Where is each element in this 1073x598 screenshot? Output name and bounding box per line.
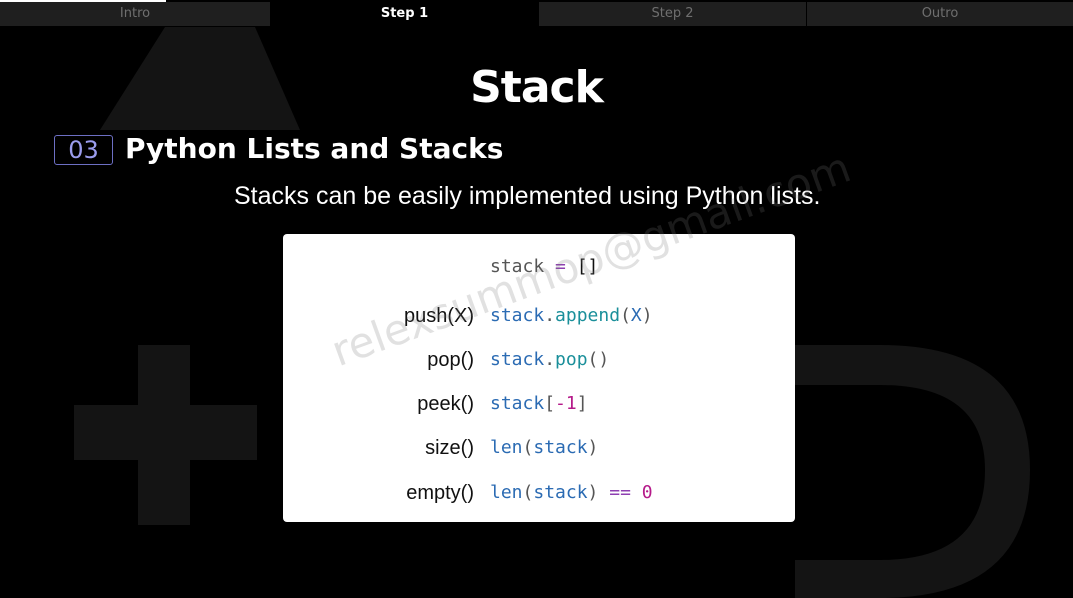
init-var: stack — [490, 256, 545, 277]
python-code: stack.append(X) — [490, 301, 653, 331]
code-token: len — [490, 482, 523, 503]
stack-operation-row: pop() stack.pop() — [283, 345, 795, 375]
code-token: . — [544, 349, 556, 370]
code-token: ( — [522, 482, 534, 503]
code-token: stack — [533, 437, 588, 458]
code-token: ) — [641, 305, 653, 326]
stack-operation-row: empty() len(stack) == 0 — [283, 478, 795, 508]
python-code: len(stack) — [490, 433, 598, 463]
code-token: stack — [490, 305, 545, 326]
tab-outro[interactable]: Outro — [807, 2, 1073, 26]
stack-operation-row: push(X) stack.append(X) — [283, 301, 795, 331]
code-token: -1 — [555, 393, 577, 414]
tab-step-1[interactable]: Step 1 — [271, 2, 538, 26]
code-card: stack = [] push(X) stack.append(X) pop() st… — [283, 234, 795, 522]
code-token: stack — [533, 482, 588, 503]
tab-intro[interactable]: Intro — [0, 2, 270, 26]
operation-name: pop() — [427, 349, 474, 371]
page-title: Stack — [470, 62, 604, 113]
python-code: stack[-1] — [490, 389, 588, 419]
operation-name: empty() — [406, 482, 474, 504]
code-token: [ — [544, 393, 556, 414]
code-token: ( — [620, 305, 631, 326]
code-token: stack — [490, 393, 545, 414]
init-val: [] — [576, 256, 599, 277]
init-eq: = — [544, 256, 577, 277]
code-token: ) — [587, 482, 610, 503]
tab-step-2[interactable]: Step 2 — [539, 2, 806, 26]
slide-subtitle: Stacks can be easily implemented using P… — [234, 182, 821, 210]
operation-name: peek() — [417, 393, 474, 415]
code-token: append — [555, 305, 621, 326]
code-token: ( — [522, 437, 534, 458]
code-token: ] — [576, 393, 588, 414]
code-token: stack — [490, 349, 545, 370]
operation-name: push(X) — [403, 305, 474, 327]
code-token: . — [544, 305, 556, 326]
python-code: stack.pop() — [490, 345, 609, 375]
stack-operation-row: size() len(stack) — [283, 433, 795, 463]
code-token: == — [609, 482, 631, 503]
stack-operation-row: peek() stack[-1] — [283, 389, 795, 419]
init-code-line: stack = [] — [490, 256, 598, 277]
code-token: len — [490, 437, 523, 458]
section-number-badge: 03 — [54, 135, 113, 165]
code-token: X — [630, 305, 642, 326]
python-code: len(stack) == 0 — [490, 478, 653, 508]
code-token: 0 — [641, 482, 653, 503]
step-tabs: Intro Step 1 Step 2 Outro — [0, 0, 1073, 27]
code-token: ) — [587, 437, 599, 458]
section-title: Python Lists and Stacks — [125, 132, 504, 165]
code-token: pop — [555, 349, 588, 370]
operation-name: size() — [425, 437, 474, 459]
code-token: () — [587, 349, 610, 370]
